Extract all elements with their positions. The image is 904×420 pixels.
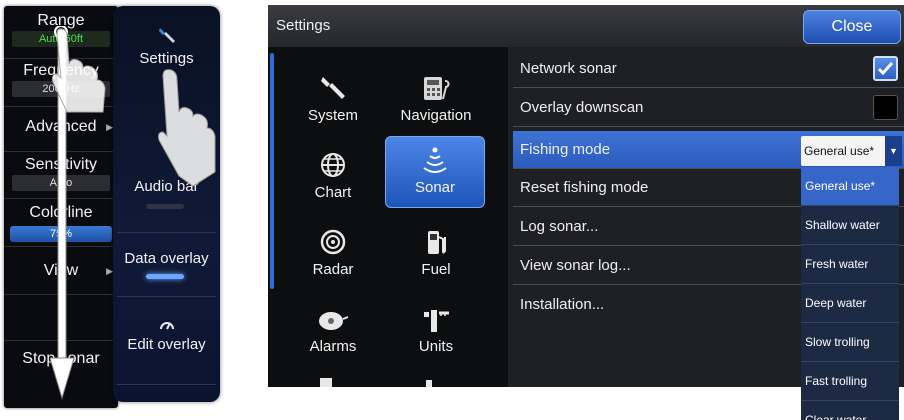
hand-pointer-icon: [52, 26, 106, 113]
category-label: Radar: [312, 261, 354, 278]
dropdown-option[interactable]: General use*: [801, 167, 899, 205]
category-label: Chart: [314, 184, 352, 201]
category-alarms[interactable]: Alarms: [283, 296, 383, 368]
settings-shortcut-panel: Settings Audio bar Data overlay Edit ove…: [113, 6, 220, 402]
chevron-right-icon: ▶: [106, 266, 113, 276]
divider: [117, 296, 216, 297]
gauge-icon: [159, 322, 174, 330]
category-radar[interactable]: Radar: [283, 219, 383, 291]
option-overlay-downscan[interactable]: Overlay downscan: [513, 89, 904, 127]
settings-label: Settings: [139, 50, 194, 67]
option-label: Network sonar: [520, 60, 617, 77]
option-label: Overlay downscan: [520, 99, 644, 116]
fuel-pump-icon: [428, 231, 446, 254]
chevron-down-icon[interactable]: ▼: [885, 136, 902, 166]
option-network-sonar[interactable]: Network sonar: [513, 50, 904, 88]
option-label: View sonar log...: [520, 257, 631, 274]
checkmark-icon: [877, 61, 894, 76]
radar-icon: [320, 229, 346, 255]
category-sonar[interactable]: Sonar: [385, 136, 485, 208]
dropdown-option[interactable]: Fast trolling: [801, 362, 899, 400]
data-overlay-label: Data overlay: [124, 250, 209, 267]
category-label: Navigation: [400, 107, 472, 124]
divider: [117, 232, 216, 233]
network-sonar-checkbox[interactable]: [873, 56, 898, 81]
dropdown-option[interactable]: Deep water: [801, 284, 899, 322]
divider: [117, 384, 216, 385]
category-fuel[interactable]: Fuel: [386, 219, 486, 291]
data-overlay-toggle[interactable]: [146, 274, 184, 279]
sonar-icon: [423, 147, 447, 173]
category-chart[interactable]: Chart: [283, 142, 383, 214]
dropdown-option[interactable]: Fresh water: [801, 245, 899, 283]
category-label: System: [307, 107, 358, 124]
next-category-icon: [320, 378, 332, 387]
option-label: Installation...: [520, 296, 605, 313]
fishing-mode-select[interactable]: General use* ▼: [801, 136, 902, 166]
option-label: Reset fishing mode: [520, 179, 649, 196]
category-label: Alarms: [309, 338, 357, 355]
overlay-downscan-checkbox[interactable]: [873, 95, 898, 120]
next-category-icon: [426, 380, 432, 387]
wrench-icon: [321, 77, 345, 99]
option-label: Fishing mode: [520, 141, 611, 158]
category-label: Units: [418, 338, 454, 355]
wrench-icon: [158, 28, 175, 43]
edit-overlay-label: Edit overlay: [127, 336, 206, 353]
chevron-right-icon: ▶: [106, 122, 113, 132]
fishing-mode-dropdown: General use* Shallow water Fresh water D…: [801, 167, 899, 420]
title-bar: Settings Close: [268, 5, 904, 47]
data-overlay-item[interactable]: Data overlay: [113, 250, 220, 267]
category-label: Sonar: [414, 179, 456, 196]
audio-bar-toggle[interactable]: [146, 204, 184, 209]
edit-overlay-item[interactable]: Edit overlay: [113, 318, 220, 353]
alarm-icon: [319, 312, 349, 330]
category-navigation[interactable]: Navigation: [386, 65, 486, 137]
fishing-mode-value: General use*: [804, 144, 875, 158]
dialog-title: Settings: [276, 17, 331, 34]
globe-icon: [321, 153, 345, 177]
calculator-icon: [424, 77, 450, 100]
category-panel: System Navigation Chart Sonar Radar Fuel…: [268, 47, 508, 387]
ruler-icon: [424, 310, 449, 332]
hand-pointer-icon: [158, 69, 216, 187]
category-label: Fuel: [421, 261, 451, 278]
dropdown-option[interactable]: Slow trolling: [801, 323, 899, 361]
dropdown-option[interactable]: Clear water: [801, 401, 899, 420]
settings-item[interactable]: Settings: [113, 24, 220, 67]
scrollbar[interactable]: [270, 53, 274, 289]
category-units[interactable]: Units: [386, 296, 486, 368]
dropdown-option[interactable]: Shallow water: [801, 206, 899, 244]
option-label: Log sonar...: [520, 218, 599, 235]
close-button[interactable]: Close: [803, 10, 901, 44]
category-system[interactable]: System: [283, 65, 383, 137]
